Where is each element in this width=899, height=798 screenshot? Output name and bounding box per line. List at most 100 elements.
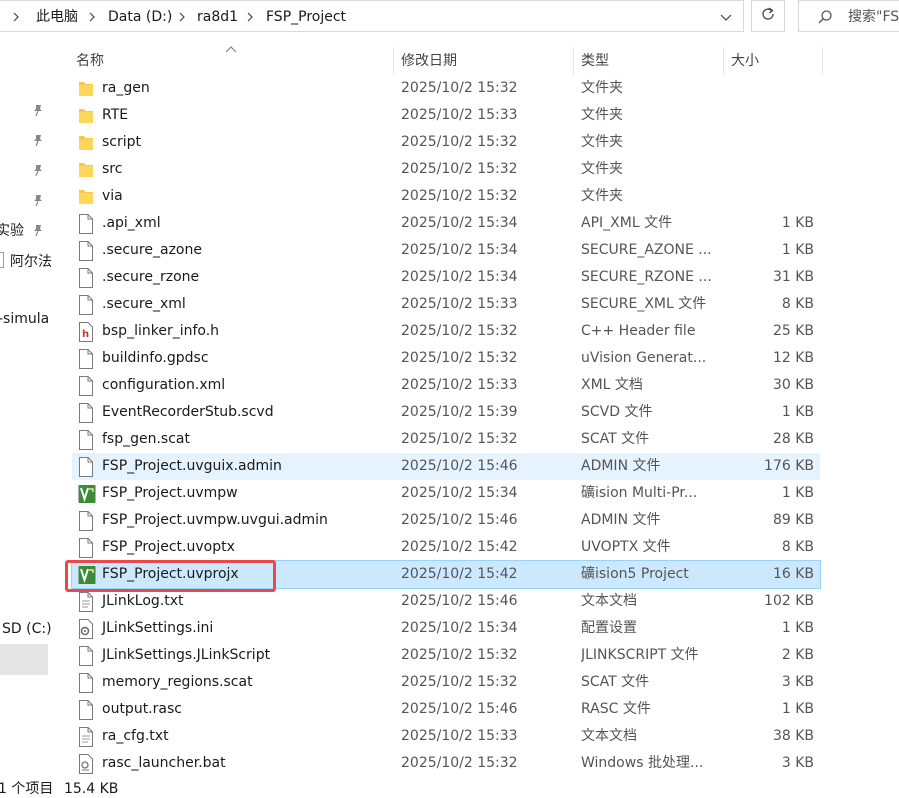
pin-icon[interactable] [31, 193, 45, 207]
file-type: ADMIN 文件 [581, 458, 661, 474]
file-size: 8 KB [781, 539, 814, 555]
nav-item-drive-c[interactable]: SD (C:) [2, 621, 52, 637]
file-type: 文本文档 [581, 593, 637, 609]
text-file-icon [78, 727, 94, 747]
breadcrumb-data-drive[interactable]: Data (D:) [108, 7, 172, 27]
pin-icon[interactable] [31, 133, 45, 147]
column-header-size[interactable]: 大小 [731, 47, 759, 75]
file-row[interactable]: FSP_Project.uvmpw 2025/10/2 15:34 礦ision M… [72, 480, 820, 507]
file-modified-date: 2025/10/2 15:32 [401, 755, 518, 771]
file-row[interactable]: RTE 2025/10/2 15:33 文件夹 [72, 102, 820, 129]
file-size: 1 KB [781, 701, 814, 717]
file-row[interactable]: src 2025/10/2 15:32 文件夹 [72, 156, 820, 183]
file-row[interactable]: JLinkSettings.ini 2025/10/2 15:34 配置设置 1 KB [72, 615, 820, 642]
file-type: SCAT 文件 [581, 674, 650, 690]
breadcrumb-this-pc[interactable]: 此电脑 [36, 7, 78, 27]
file-row[interactable]: script 2025/10/2 15:32 文件夹 [72, 129, 820, 156]
file-type: RASC 文件 [581, 701, 651, 717]
file-row[interactable]: configuration.xml 2025/10/2 15:33 XML 文档 30… [72, 372, 820, 399]
address-bar[interactable]: 此电脑 Data (D:) ra8d1 FSP_Project [0, 0, 744, 32]
file-icon [78, 700, 94, 720]
file-type: 配置设置 [581, 620, 637, 636]
nav-item-partial[interactable]: 实验 [0, 220, 24, 240]
file-type: 文件夹 [581, 107, 623, 123]
file-modified-date: 2025/10/2 15:32 [401, 161, 518, 177]
file-modified-date: 2025/10/2 15:39 [401, 404, 518, 420]
pin-icon[interactable] [31, 223, 45, 237]
file-row[interactable]: output.rasc 2025/10/2 15:46 RASC 文件 1 KB [72, 696, 820, 723]
file-row[interactable]: EventRecorderStub.scvd 2025/10/2 15:39 SCV… [72, 399, 820, 426]
status-selected-size: 15.4 KB [64, 781, 119, 797]
text-file-icon [78, 592, 94, 612]
file-icon [78, 376, 94, 396]
column-header-type[interactable]: 类型 [581, 47, 609, 75]
file-row[interactable]: FSP_Project.uvmpw.uvgui.admin 2025/10/2 1… [72, 507, 820, 534]
file-type: 文件夹 [581, 188, 623, 204]
file-modified-date: 2025/10/2 15:33 [401, 107, 518, 123]
file-size: 1 KB [781, 485, 814, 501]
file-row[interactable]: ra_gen 2025/10/2 15:32 文件夹 [72, 75, 820, 102]
file-modified-date: 2025/10/2 15:32 [401, 647, 518, 663]
nav-item-partial[interactable]: -simula [0, 311, 49, 327]
column-divider[interactable] [822, 47, 823, 75]
file-row[interactable]: memory_regions.scat 2025/10/2 15:32 SCAT 文… [72, 669, 820, 696]
pin-icon[interactable] [31, 103, 45, 117]
file-name: ra_cfg.txt [102, 728, 169, 744]
breadcrumb-ra8d1[interactable]: ra8d1 [197, 7, 238, 27]
file-type: SECURE_XML 文件 [581, 296, 707, 312]
column-header-modified[interactable]: 修改日期 [401, 47, 457, 75]
file-size: 38 KB [772, 728, 814, 744]
file-modified-date: 2025/10/2 15:32 [401, 674, 518, 690]
file-size: 1 KB [781, 404, 814, 420]
file-modified-date: 2025/10/2 15:34 [401, 485, 518, 501]
file-row[interactable]: .secure_rzone 2025/10/2 15:34 SECURE_RZONE… [72, 264, 820, 291]
column-divider[interactable] [393, 47, 394, 75]
file-row[interactable]: buildinfo.gpdsc 2025/10/2 15:32 uVision Ge… [72, 345, 820, 372]
file-row[interactable]: .secure_azone 2025/10/2 15:34 SECURE_AZONE… [72, 237, 820, 264]
file-row[interactable]: ra_cfg.txt 2025/10/2 15:33 文本文档 38 KB [72, 723, 820, 750]
file-size: 1 KB [781, 215, 814, 231]
chevron-right-icon [10, 7, 22, 27]
column-header-name[interactable]: 名称 [76, 47, 104, 75]
file-modified-date: 2025/10/2 15:42 [401, 566, 518, 582]
file-row[interactable]: via 2025/10/2 15:32 文件夹 [72, 183, 820, 210]
file-row[interactable]: JLinkLog.txt 2025/10/2 15:46 文本文档 102 KB [72, 588, 820, 615]
file-type: uVision Generat... [581, 350, 707, 366]
file-row[interactable]: rasc_launcher.bat 2025/10/2 15:32 Windows … [72, 750, 820, 777]
nav-item-selected[interactable] [0, 644, 48, 675]
file-modified-date: 2025/10/2 15:32 [401, 188, 518, 204]
chevron-right-icon [244, 7, 256, 27]
file-type: 文件夹 [581, 134, 623, 150]
column-divider[interactable] [573, 47, 574, 75]
file-name: output.rasc [102, 701, 182, 717]
nav-item-partial[interactable]: 阿尔法 [10, 251, 52, 271]
file-name: JLinkSettings.ini [102, 620, 214, 636]
refresh-button[interactable] [751, 0, 785, 32]
file-size: 25 KB [772, 323, 814, 339]
pin-icon[interactable] [31, 163, 45, 177]
file-row[interactable]: .secure_xml 2025/10/2 15:33 SECURE_XML 文件 8… [72, 291, 820, 318]
file-row[interactable]: FSP_Project.uvoptx 2025/10/2 15:42 UVOPTX … [72, 534, 820, 561]
file-name: memory_regions.scat [102, 674, 253, 690]
file-type: SCAT 文件 [581, 431, 650, 447]
file-row[interactable]: .api_xml 2025/10/2 15:34 API_XML 文件 1 KB [72, 210, 820, 237]
file-size: 2 KB [781, 647, 814, 663]
file-name: buildinfo.gpdsc [102, 350, 209, 366]
file-name: EventRecorderStub.scvd [102, 404, 274, 420]
file-modified-date: 2025/10/2 15:46 [401, 512, 518, 528]
file-modified-date: 2025/10/2 15:42 [401, 539, 518, 555]
column-divider[interactable] [723, 47, 724, 75]
file-modified-date: 2025/10/2 15:32 [401, 80, 518, 96]
file-icon [78, 403, 94, 423]
file-name: FSP_Project.uvmpw.uvgui.admin [102, 512, 328, 528]
file-row[interactable]: FSP_Project.uvguix.admin 2025/10/2 15:46 A… [72, 453, 820, 480]
file-row[interactable]: JLinkSettings.JLinkScript 2025/10/2 15:32… [72, 642, 820, 669]
file-row[interactable]: h bsp_linker_info.h 2025/10/2 15:32 C++ Hea… [72, 318, 820, 345]
breadcrumb-fsp-project[interactable]: FSP_Project [266, 7, 346, 27]
search-box[interactable]: 搜索"FS [798, 0, 899, 32]
address-dropdown-chevron-icon[interactable] [710, 1, 742, 33]
file-row[interactable]: fsp_gen.scat 2025/10/2 15:32 SCAT 文件 28 KB [72, 426, 820, 453]
file-size: 3 KB [781, 674, 814, 690]
uvision-icon [78, 484, 96, 504]
file-name: FSP_Project.uvmpw [102, 485, 238, 501]
